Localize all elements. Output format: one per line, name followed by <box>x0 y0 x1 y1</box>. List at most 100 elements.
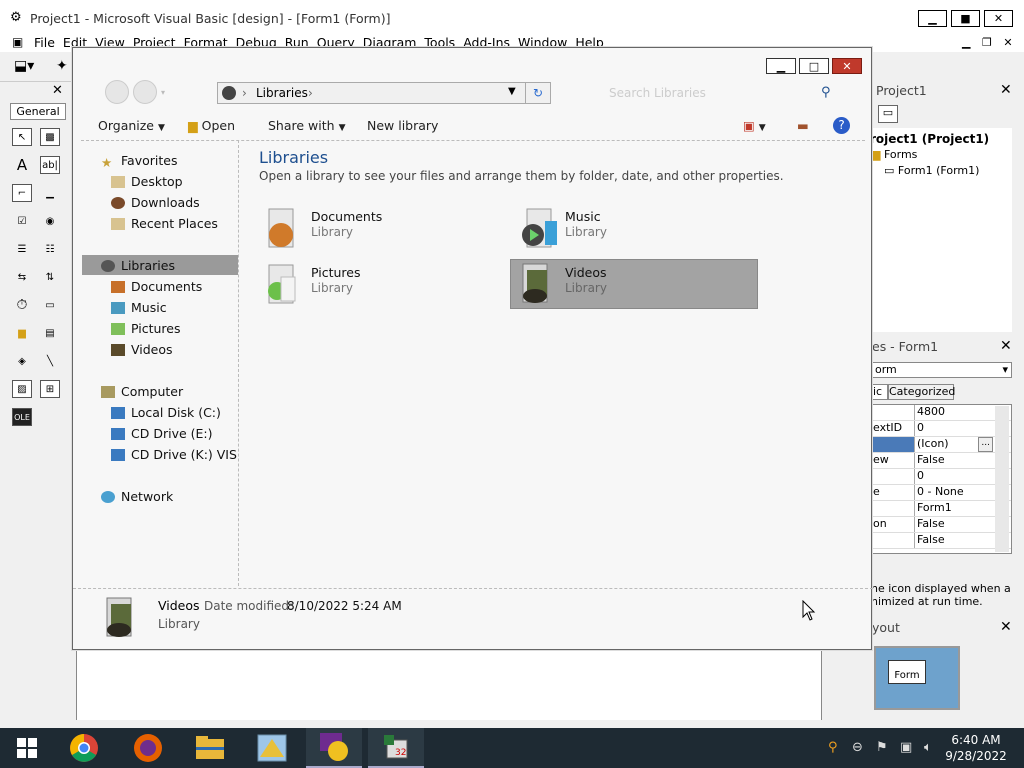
search-icon[interactable]: ⚲ <box>821 85 831 100</box>
nav-pictures[interactable]: Pictures <box>111 321 181 336</box>
nav-videos[interactable]: Videos <box>111 342 173 357</box>
library-tile-pictures[interactable]: Pictures Library <box>259 261 507 311</box>
taskbar-file-explorer[interactable] <box>182 728 238 768</box>
properties-scrollbar[interactable] <box>995 406 1009 552</box>
nav-computer[interactable]: Computer <box>101 384 183 399</box>
vb-minimize-button[interactable]: ▁ <box>918 10 947 27</box>
property-row[interactable]: on False <box>873 517 1011 533</box>
add-form-icon[interactable]: ✦ <box>56 58 68 74</box>
property-row[interactable]: 4800 <box>873 405 1011 421</box>
nav-network[interactable]: Network <box>101 489 173 504</box>
data-tool-icon[interactable]: ⊞ <box>40 380 60 398</box>
search-tray-icon[interactable]: ⚲ <box>828 740 838 755</box>
refresh-icon[interactable]: ↻ <box>525 82 551 104</box>
commandbutton-tool-icon[interactable]: ▁ <box>40 184 60 202</box>
taskbar-chrome[interactable] <box>56 728 112 768</box>
combobox-tool-icon[interactable]: ☰ <box>12 240 32 258</box>
preview-pane-icon[interactable]: ▬ <box>797 118 809 133</box>
back-button[interactable] <box>105 80 129 104</box>
project-panel-close-icon[interactable]: ✕ <box>1000 82 1012 98</box>
help-icon[interactable]: ? <box>833 117 850 134</box>
frame-tool-icon[interactable]: ⌐ <box>12 184 32 202</box>
change-view-button[interactable]: ▣ ▼ <box>743 118 766 133</box>
nav-desktop[interactable]: Desktop <box>111 174 183 189</box>
open-button[interactable]: ▆ Open <box>188 118 235 133</box>
toggle-folders-icon[interactable]: ▭ <box>878 105 898 123</box>
ole-tool-icon[interactable]: OLE <box>12 408 32 426</box>
library-tile-documents[interactable]: Documents Library <box>259 205 507 255</box>
tab-alphabetic[interactable]: ic <box>872 384 888 400</box>
property-row[interactable]: ew False <box>873 453 1011 469</box>
taskbar-firefox[interactable] <box>120 728 176 768</box>
focus-assist-icon[interactable]: ⊖ <box>852 740 863 755</box>
picturebox-tool-icon[interactable]: ▩ <box>40 128 60 146</box>
breadcrumb-chevron-icon[interactable]: › <box>308 86 313 100</box>
form-layout-close-icon[interactable]: ✕ <box>1000 619 1012 635</box>
nav-local-disk[interactable]: Local Disk (C:) <box>111 405 221 420</box>
share-with-button[interactable]: Share with ▼ <box>268 118 345 133</box>
address-bar[interactable]: › Libraries › ▼ <box>217 82 551 104</box>
search-input[interactable]: Search Libraries <box>609 86 706 100</box>
nav-documents[interactable]: Documents <box>111 279 202 294</box>
mdi-window-buttons[interactable]: ▁ ❐ ✕ <box>962 36 1017 49</box>
search-box[interactable]: Search Libraries ⚲ <box>605 82 841 104</box>
toolbox-close-icon[interactable]: ✕ <box>52 83 63 98</box>
tab-categorized[interactable]: Categorized <box>888 384 955 400</box>
filelistbox-tool-icon[interactable]: ▤ <box>40 324 60 342</box>
start-button[interactable] <box>0 728 54 768</box>
checkbox-tool-icon[interactable]: ☑ <box>12 212 32 230</box>
recent-pages-icon[interactable]: ▾ <box>161 88 165 97</box>
ellipsis-button[interactable]: ... <box>978 437 993 452</box>
properties-panel-close-icon[interactable]: ✕ <box>1000 338 1012 354</box>
property-row[interactable]: extID 0 <box>873 421 1011 437</box>
property-row[interactable]: False <box>873 533 1011 549</box>
library-tile-videos[interactable]: Videos Library <box>510 259 758 309</box>
breadcrumb-libraries[interactable]: Libraries <box>256 86 308 100</box>
organize-button[interactable]: Organize ▼ <box>98 118 165 133</box>
optionbutton-tool-icon[interactable]: ◉ <box>40 212 60 230</box>
dirlistbox-tool-icon[interactable]: ▆ <box>12 324 32 342</box>
nav-cd-drive-k[interactable]: CD Drive (K:) VISUAL <box>111 447 237 462</box>
line-tool-icon[interactable]: ╲ <box>40 352 60 370</box>
property-row[interactable]: (Icon)... <box>873 437 1011 453</box>
nav-music[interactable]: Music <box>111 300 167 315</box>
property-row[interactable]: 0 <box>873 469 1011 485</box>
form-layout-form[interactable]: Form <box>888 660 926 684</box>
explorer-minimize-button[interactable]: ▁ <box>766 58 796 74</box>
library-tile-music[interactable]: Music Library <box>513 205 761 255</box>
volume-icon[interactable]: 🔈︎ <box>924 740 932 755</box>
nav-favorites[interactable]: ★ Favorites <box>101 153 177 170</box>
pointer-tool-icon[interactable]: ↖ <box>12 128 32 146</box>
image-tool-icon[interactable]: ▨ <box>12 380 32 398</box>
explorer-maximize-button[interactable]: □ <box>799 58 829 74</box>
add-project-icon[interactable]: ⬓▾ <box>14 58 34 74</box>
toolbox-tab-general[interactable]: General <box>10 103 66 120</box>
property-row[interactable]: e0 - None <box>873 485 1011 501</box>
project-root-node[interactable]: roject1 (Project1) <box>870 132 989 146</box>
menu-file[interactable]: File <box>34 35 55 50</box>
forms-folder-node[interactable]: ▆ Forms <box>872 148 917 161</box>
explorer-close-button[interactable]: ✕ <box>832 58 862 74</box>
property-row[interactable]: Form1 <box>873 501 1011 517</box>
vscrollbar-tool-icon[interactable]: ⇅ <box>40 268 60 286</box>
properties-object-dropdown[interactable]: orm ▾ <box>872 362 1012 378</box>
hscrollbar-tool-icon[interactable]: ⇆ <box>12 268 32 286</box>
nav-downloads[interactable]: Downloads <box>111 195 200 210</box>
network-tray-icon[interactable]: ▣ <box>900 740 912 755</box>
breadcrumb-chevron-icon[interactable]: › <box>242 86 247 100</box>
address-dropdown-icon[interactable]: ▼ <box>508 86 516 97</box>
notifications-icon[interactable]: ⚑ <box>876 740 888 755</box>
forward-button[interactable] <box>133 80 157 104</box>
form-designer-area[interactable] <box>76 648 822 720</box>
nav-recent-places[interactable]: Recent Places <box>111 216 218 231</box>
nav-cd-drive-e[interactable]: CD Drive (E:) <box>111 426 213 441</box>
taskbar-app-icon[interactable] <box>244 728 300 768</box>
listbox-tool-icon[interactable]: ☷ <box>40 240 60 258</box>
textbox-tool-icon[interactable]: ab| <box>40 156 60 174</box>
taskbar-yahoo-messenger[interactable] <box>306 728 362 768</box>
taskbar-clock[interactable]: 6:40 AM 9/28/2022 <box>944 732 1008 764</box>
label-tool-icon[interactable]: A <box>12 156 32 174</box>
drivelistbox-tool-icon[interactable]: ▭ <box>40 296 60 314</box>
taskbar-visual-basic[interactable]: 32 <box>368 728 424 768</box>
shape-tool-icon[interactable]: ◈ <box>12 352 32 370</box>
